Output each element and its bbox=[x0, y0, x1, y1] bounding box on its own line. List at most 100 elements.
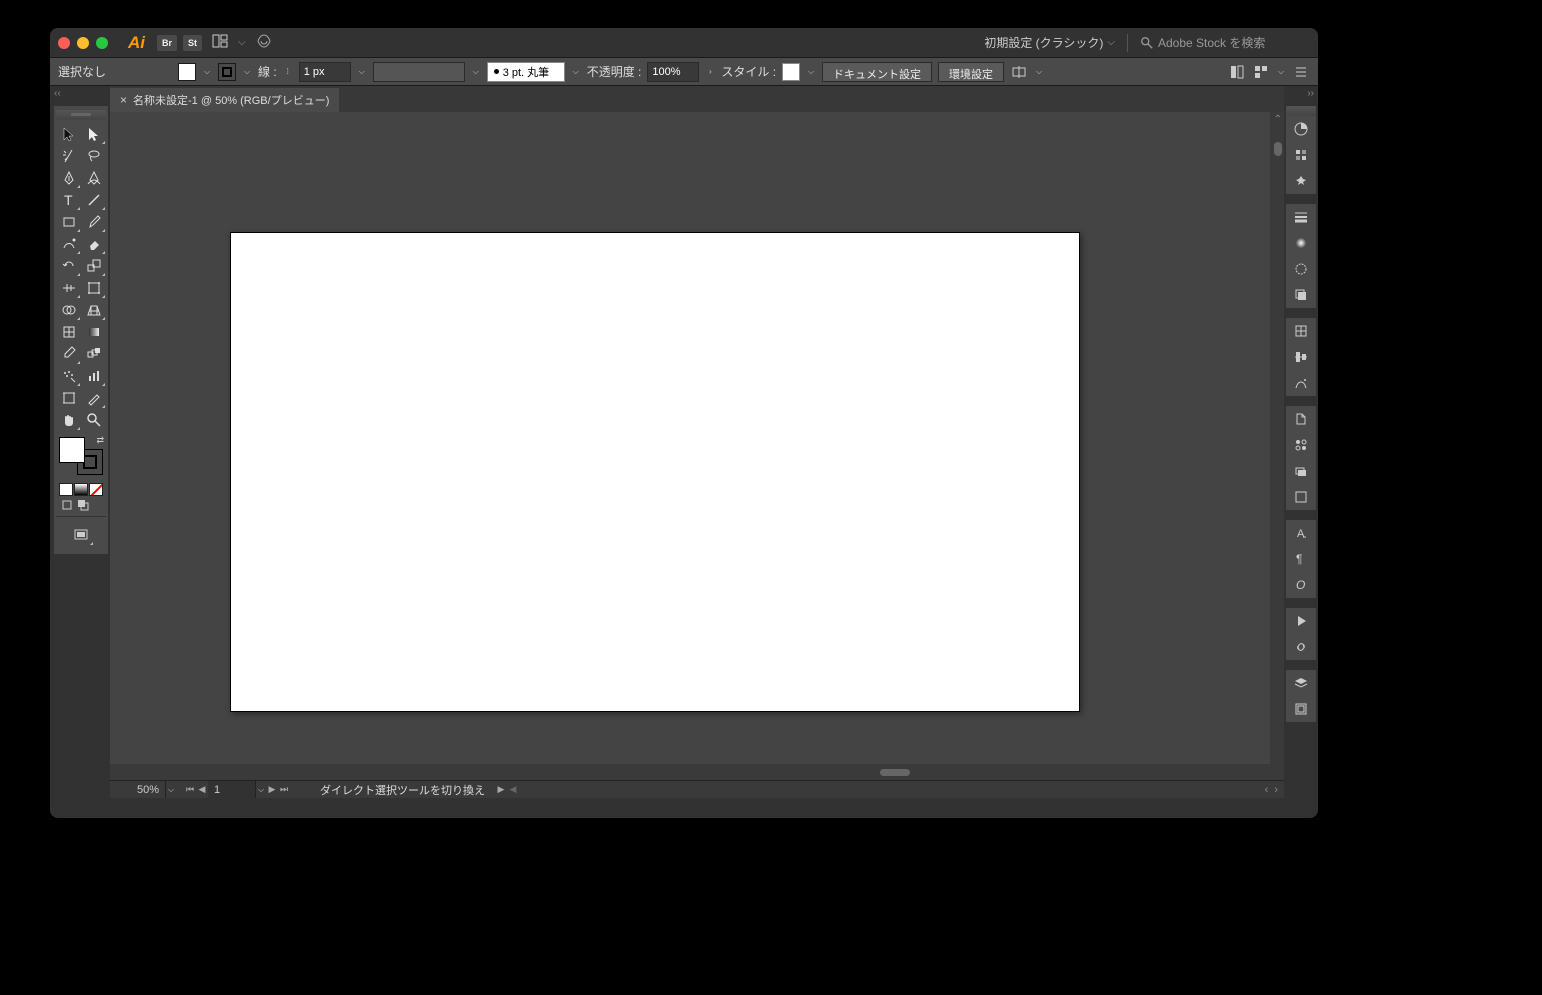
mesh-tool[interactable] bbox=[56, 321, 81, 343]
stroke-weight-field[interactable] bbox=[299, 62, 351, 82]
next-artboard-icon[interactable]: ▶ bbox=[266, 784, 278, 795]
fill-swatch[interactable] bbox=[178, 63, 196, 81]
first-artboard-icon[interactable]: ⏮ bbox=[184, 784, 196, 795]
document-setup-button[interactable]: ドキュメント設定 bbox=[822, 62, 932, 82]
color-guide-panel-icon[interactable] bbox=[1286, 168, 1316, 194]
artboard-tool[interactable] bbox=[56, 387, 81, 409]
tools-grip[interactable] bbox=[56, 110, 106, 120]
gradient-tool[interactable] bbox=[81, 321, 106, 343]
selection-tool[interactable] bbox=[56, 123, 81, 145]
rectangle-tool[interactable] bbox=[56, 211, 81, 233]
type-tool[interactable]: T bbox=[56, 189, 81, 211]
stroke-dropdown[interactable]: ⌵ bbox=[242, 64, 252, 80]
style-dropdown[interactable]: ⌵ bbox=[806, 64, 816, 80]
opacity-more[interactable]: › bbox=[705, 64, 715, 80]
brushes-panel-icon[interactable] bbox=[1286, 458, 1316, 484]
artboards-panel-icon[interactable] bbox=[1286, 484, 1316, 510]
paintbrush-tool[interactable] bbox=[81, 211, 106, 233]
transparency-panel-icon[interactable] bbox=[1286, 256, 1316, 282]
artboard-dropdown[interactable]: ⌵ bbox=[256, 782, 266, 798]
prev-artboard-icon[interactable]: ◀ bbox=[196, 784, 208, 795]
graphic-styles-panel-icon[interactable] bbox=[1286, 406, 1316, 432]
zoom-level[interactable]: 50% bbox=[110, 781, 166, 798]
align-to-dropdown[interactable]: ⌵ bbox=[1034, 64, 1044, 80]
layers-panel-icon[interactable] bbox=[1286, 670, 1316, 696]
graphic-style-swatch[interactable] bbox=[782, 63, 800, 81]
fill-color[interactable] bbox=[59, 437, 85, 463]
gradient-panel-icon[interactable] bbox=[1286, 230, 1316, 256]
arrange-dropdown-icon[interactable]: ⌵ bbox=[238, 37, 246, 48]
scroll-right-icon[interactable]: › bbox=[1274, 784, 1278, 796]
stroke-swatch[interactable] bbox=[218, 63, 236, 81]
maximize-window-button[interactable] bbox=[96, 37, 108, 49]
workspace-switcher[interactable]: 初期設定 (クラシック) ⌵ bbox=[984, 34, 1115, 51]
zoom-tool[interactable] bbox=[81, 409, 106, 431]
scroll-thumb[interactable] bbox=[1274, 142, 1282, 156]
appearance-panel-icon[interactable] bbox=[1286, 282, 1316, 308]
fill-dropdown[interactable]: ⌵ bbox=[202, 64, 212, 80]
brush-dropdown[interactable]: ⌵ bbox=[571, 64, 581, 80]
opacity-field[interactable] bbox=[647, 62, 699, 82]
direct-selection-tool[interactable] bbox=[81, 123, 106, 145]
last-artboard-icon[interactable]: ⏭ bbox=[278, 784, 290, 795]
hand-tool[interactable] bbox=[56, 409, 81, 431]
eraser-tool[interactable] bbox=[81, 233, 106, 255]
gpu-preview-icon[interactable] bbox=[252, 33, 276, 52]
dock-grip[interactable] bbox=[1286, 106, 1316, 116]
stock-search[interactable]: Adobe Stock を検索 bbox=[1140, 34, 1310, 51]
free-transform-tool[interactable] bbox=[81, 277, 106, 299]
column-graph-tool[interactable] bbox=[81, 365, 106, 387]
close-tab-icon[interactable]: × bbox=[120, 93, 127, 107]
none-mode[interactable] bbox=[89, 483, 103, 496]
arrange-icon[interactable] bbox=[1252, 63, 1270, 81]
canvas[interactable] bbox=[110, 112, 1284, 780]
stock-badge[interactable]: St bbox=[183, 35, 202, 51]
document-tab[interactable]: × 名称未設定-1 @ 50% (RGB/プレビュー) bbox=[110, 88, 339, 112]
draw-normal-icon[interactable] bbox=[59, 498, 74, 511]
asset-export-panel-icon[interactable] bbox=[1286, 696, 1316, 722]
opentype-panel-icon[interactable]: O bbox=[1286, 572, 1316, 598]
scroll-thumb[interactable] bbox=[880, 769, 910, 776]
links-panel-icon[interactable] bbox=[1286, 634, 1316, 660]
swatches-panel-icon[interactable] bbox=[1286, 142, 1316, 168]
blend-tool[interactable] bbox=[81, 343, 106, 365]
symbols-panel-icon[interactable] bbox=[1286, 432, 1316, 458]
character-panel-icon[interactable]: A bbox=[1286, 520, 1316, 546]
perspective-grid-tool[interactable] bbox=[81, 299, 106, 321]
close-window-button[interactable] bbox=[58, 37, 70, 49]
magic-wand-tool[interactable] bbox=[56, 145, 81, 167]
stroke-link-icon[interactable]: ⁞ bbox=[283, 64, 293, 80]
screen-mode-tool[interactable] bbox=[69, 524, 94, 546]
pathfinder-panel-icon[interactable] bbox=[1286, 370, 1316, 396]
lasso-tool[interactable] bbox=[81, 145, 106, 167]
stroke-weight-dropdown[interactable]: ⌵ bbox=[357, 64, 367, 80]
status-back-icon[interactable]: ◀ bbox=[507, 784, 519, 795]
paragraph-panel-icon[interactable]: ¶ bbox=[1286, 546, 1316, 572]
shaper-tool[interactable] bbox=[56, 233, 81, 255]
artboard-number[interactable]: 1 bbox=[208, 781, 256, 798]
swap-fill-stroke-icon[interactable]: ⇄ bbox=[96, 435, 104, 446]
transform-panel-icon[interactable] bbox=[1286, 318, 1316, 344]
pen-tool[interactable] bbox=[56, 167, 81, 189]
align-to-icon[interactable] bbox=[1010, 63, 1028, 81]
toggle-panels-icon[interactable] bbox=[1228, 63, 1246, 81]
fill-stroke-control[interactable]: ⇄ bbox=[56, 435, 106, 479]
preferences-button[interactable]: 環境設定 bbox=[938, 62, 1004, 82]
zoom-dropdown[interactable]: ⌵ bbox=[166, 782, 176, 798]
brush-definition[interactable]: 3 pt. 丸筆 bbox=[487, 62, 565, 82]
eyedropper-tool[interactable] bbox=[56, 343, 81, 365]
curvature-tool[interactable] bbox=[81, 167, 106, 189]
draw-behind-icon[interactable] bbox=[75, 498, 90, 511]
collapse-left-icon[interactable]: ‹‹ bbox=[50, 86, 65, 101]
width-tool[interactable] bbox=[56, 277, 81, 299]
collapse-right-icon[interactable]: ›› bbox=[1303, 86, 1318, 101]
shape-builder-tool[interactable] bbox=[56, 299, 81, 321]
line-tool[interactable] bbox=[81, 189, 106, 211]
color-mode[interactable] bbox=[59, 483, 73, 496]
vsp-dropdown[interactable]: ⌵ bbox=[471, 64, 481, 80]
rotate-tool[interactable] bbox=[56, 255, 81, 277]
artboard[interactable] bbox=[230, 232, 1080, 712]
horizontal-scrollbar[interactable] bbox=[110, 764, 1270, 780]
slice-tool[interactable] bbox=[81, 387, 106, 409]
vsp-field[interactable] bbox=[373, 62, 465, 82]
